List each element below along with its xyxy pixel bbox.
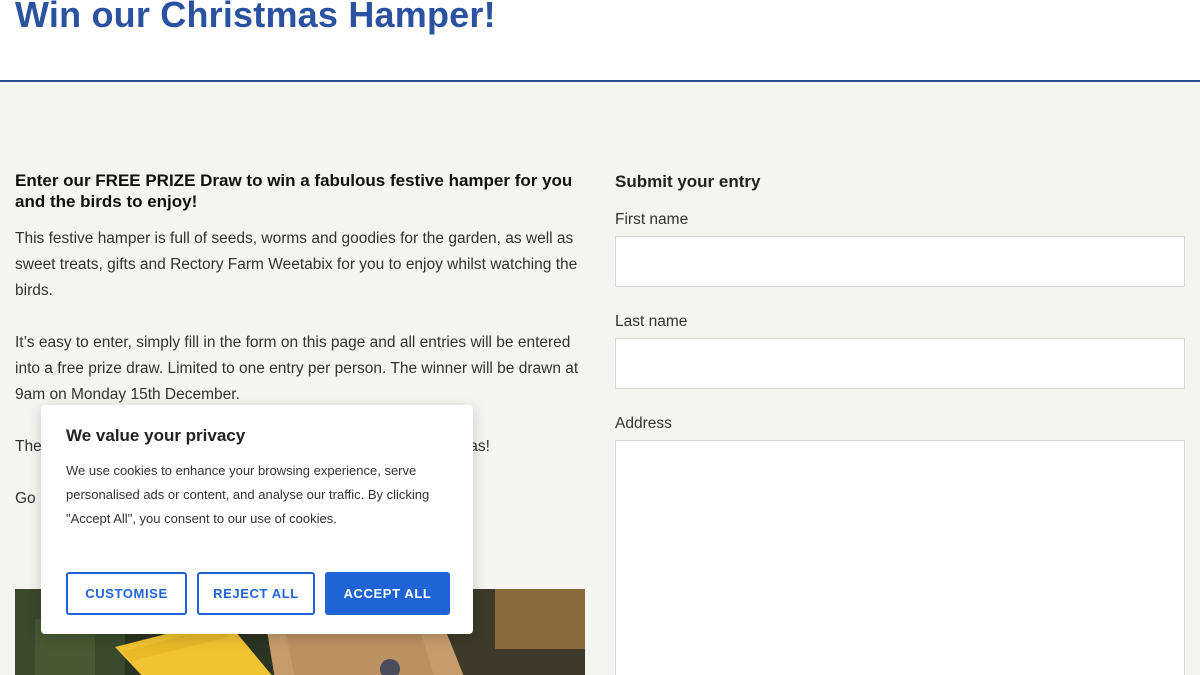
cookie-title: We value your privacy — [66, 426, 246, 445]
cookie-buttons: CUSTOMISE REJECT ALL ACCEPT ALL — [66, 572, 450, 615]
accept-all-button[interactable]: ACCEPT ALL — [325, 572, 450, 615]
last-name-label: Last name — [615, 313, 688, 330]
address-label: Address — [615, 415, 672, 432]
cookie-text: We use cookies to enhance your browsing … — [66, 463, 430, 526]
entry-form: Submit your entry First name Last name A… — [615, 170, 1185, 675]
address-textarea[interactable] — [615, 440, 1185, 675]
cookie-consent-dialog: We value your privacy We use cookies to … — [41, 405, 473, 634]
intro-paragraph-1: This festive hamper is full of seeds, wo… — [15, 230, 578, 299]
intro-heading: Enter our FREE PRIZE Draw to win a fabul… — [15, 171, 573, 211]
first-name-input[interactable] — [615, 236, 1185, 287]
form-heading: Submit your entry — [615, 172, 761, 191]
customise-button[interactable]: CUSTOMISE — [66, 572, 187, 615]
reject-all-button[interactable]: REJECT ALL — [197, 572, 315, 615]
first-name-label: First name — [615, 211, 689, 228]
intro-paragraph-3-start: The — [15, 438, 42, 455]
intro-paragraph-2: It’s easy to enter, simply fill in the f… — [15, 334, 579, 403]
page-title: Win our Christmas Hamper! — [15, 0, 496, 35]
page-header: Win our Christmas Hamper! — [0, 0, 1200, 82]
last-name-input[interactable] — [615, 338, 1185, 389]
